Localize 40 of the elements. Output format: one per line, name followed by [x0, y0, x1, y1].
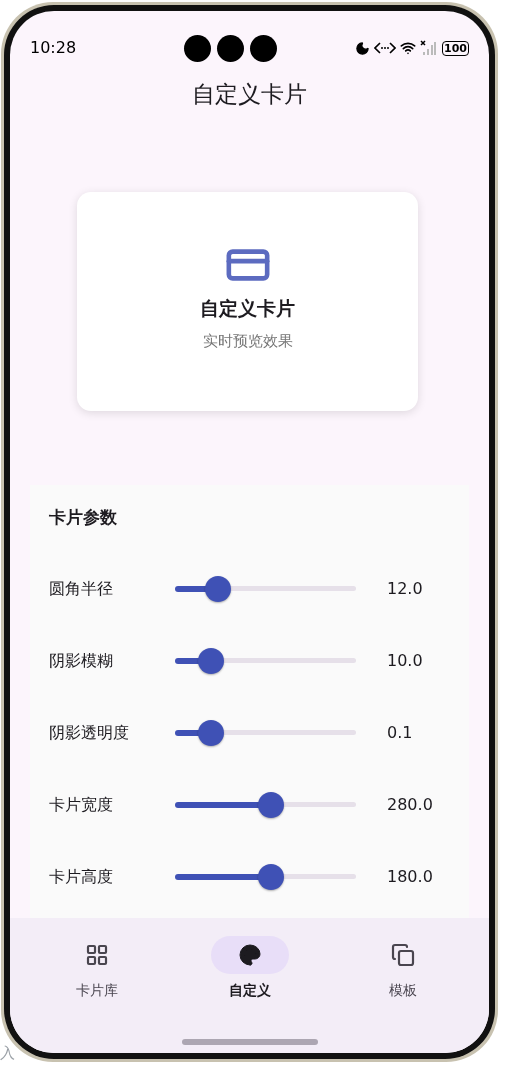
signal-icon [420, 40, 436, 56]
slider[interactable] [175, 719, 356, 746]
nav-tab[interactable]: 卡片库 [36, 936, 157, 1001]
preview-subtitle: 实时预览效果 [202, 331, 293, 352]
slider-thumb[interactable] [257, 863, 284, 890]
status-time: 10:28 [30, 37, 77, 59]
nav-tab[interactable]: 模板 [342, 936, 463, 1001]
param-label: 阴影模糊 [49, 649, 114, 672]
param-value: 280.0 [387, 793, 433, 816]
param-label: 圆角半径 [49, 577, 114, 600]
param-label: 阴影透明度 [49, 721, 130, 744]
battery-indicator: 100 [442, 40, 469, 56]
slider-thumb[interactable] [205, 575, 232, 602]
slider[interactable] [175, 575, 356, 602]
preview-title: 自定义卡片 [200, 295, 295, 321]
page-title: 自定义卡片 [192, 80, 307, 109]
param-value: 12.0 [387, 577, 423, 600]
slider-thumb[interactable] [198, 719, 225, 746]
slider[interactable] [175, 791, 356, 818]
palette-icon [237, 943, 262, 967]
camera-lens [184, 34, 212, 62]
params-heading: 卡片参数 [49, 505, 118, 529]
copy-icon [390, 943, 415, 967]
slider-thumb[interactable] [257, 791, 284, 818]
moon-icon [355, 40, 370, 56]
wifi-icon [400, 40, 416, 56]
grid-icon [84, 943, 109, 967]
slider[interactable] [175, 863, 356, 890]
param-value: 180.0 [387, 865, 433, 888]
slider[interactable] [175, 647, 356, 674]
camera-lens [250, 34, 278, 62]
param-value: 10.0 [387, 649, 423, 672]
slider-thumb[interactable] [198, 647, 225, 674]
param-label: 卡片宽度 [49, 793, 114, 816]
param-label: 卡片高度 [49, 865, 114, 888]
code-icon [374, 41, 396, 55]
nav-tab[interactable]: 自定义 [189, 936, 310, 1001]
background-text: 入 [0, 1044, 15, 1062]
camera-lens [217, 34, 245, 62]
param-value: 0.1 [387, 721, 413, 744]
